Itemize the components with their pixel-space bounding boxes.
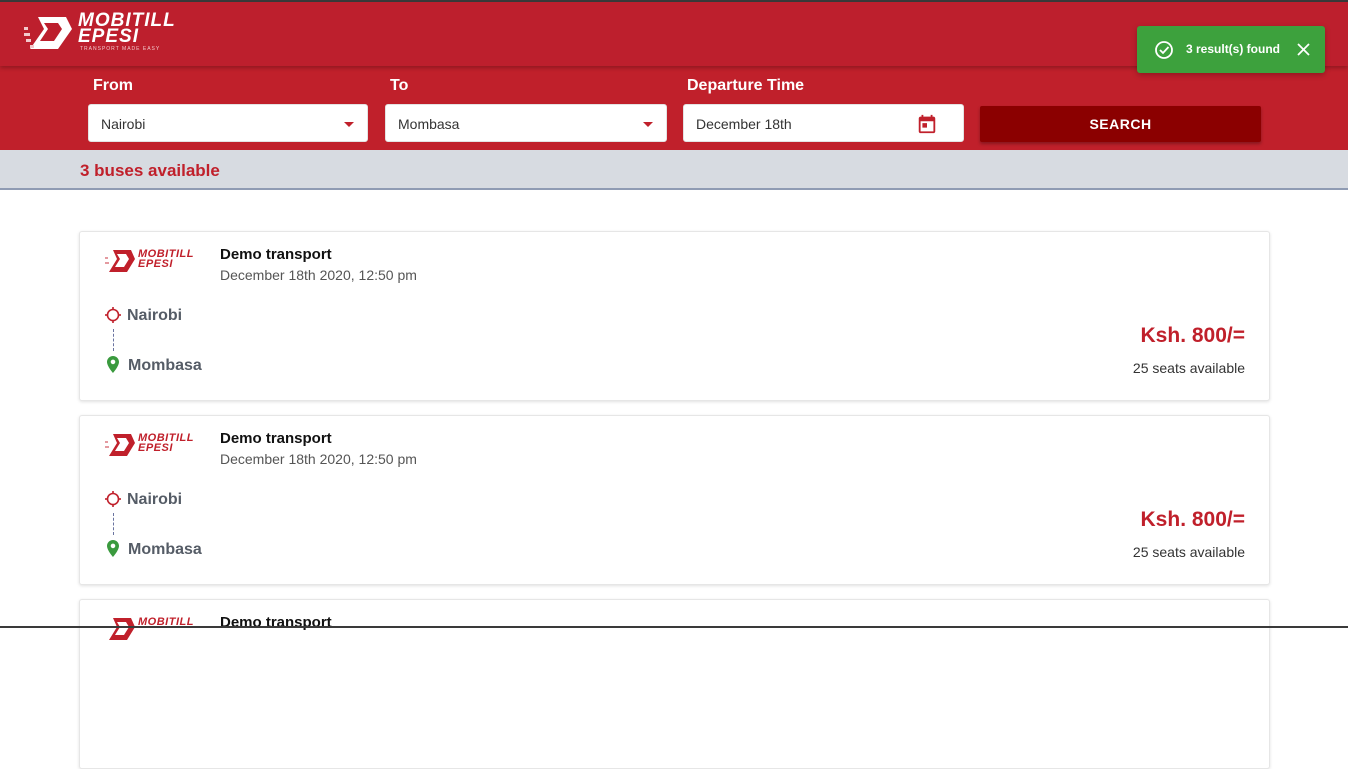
route-line (113, 329, 114, 351)
logo-mark-icon (24, 17, 72, 49)
from-select[interactable]: Nairobi (88, 104, 368, 142)
bus-card[interactable]: MOBITILL Demo transport (79, 599, 1270, 769)
departure-label: Departure Time (687, 77, 805, 94)
bus-card[interactable]: MOBITILL EPESI Demo transport December 1… (79, 231, 1270, 401)
results-count: 3 buses available (80, 161, 220, 180)
search-header: MOBITILL EPESI TRANSPORT MADE EASY From … (0, 2, 1348, 150)
logo-mark-icon (109, 618, 135, 640)
destination-city: Mombasa (128, 357, 202, 374)
departure-datetime: December 18th 2020, 12:50 pm (220, 267, 417, 283)
check-circle-icon (1155, 41, 1173, 59)
departure-date-field[interactable]: December 18th (683, 104, 964, 142)
fare-price: Ksh. 800/= (1140, 508, 1245, 531)
operator-logo: MOBITILL (105, 615, 215, 645)
origin-city: Nairobi (127, 307, 183, 324)
departure-datetime: December 18th 2020, 12:50 pm (220, 451, 417, 467)
operator-logo: MOBITILL EPESI (105, 247, 215, 277)
from-value: Nairobi (101, 116, 146, 132)
logo-mark-icon (105, 434, 135, 456)
results-count-bar: 3 buses available (0, 150, 1348, 190)
toast-message: 3 result(s) found (1186, 42, 1281, 56)
to-value: Mombasa (398, 116, 460, 132)
chevron-down-icon (643, 122, 653, 127)
destination-city: Mombasa (128, 541, 202, 558)
from-label: From (93, 77, 133, 94)
logo-wordmark: MOBITILL EPESI (78, 10, 176, 47)
origin-city: Nairobi (127, 491, 183, 508)
to-select[interactable]: Mombasa (385, 104, 667, 142)
route-line (113, 513, 114, 535)
operator-name: Demo transport (220, 430, 332, 447)
crosshair-icon (105, 491, 121, 507)
calendar-icon[interactable] (916, 113, 938, 135)
brand-logo[interactable]: MOBITILL EPESI TRANSPORT MADE EASY (24, 10, 189, 53)
departure-value: December 18th (696, 116, 792, 132)
chevron-down-icon (344, 122, 354, 127)
logo-tagline: TRANSPORT MADE EASY (80, 46, 161, 52)
results-toast: 3 result(s) found (1137, 26, 1325, 73)
seats-available: 25 seats available (1132, 544, 1245, 560)
bus-card[interactable]: MOBITILL EPESI Demo transport December 1… (79, 415, 1270, 585)
close-icon[interactable] (1297, 43, 1310, 56)
logo-mark-icon (105, 250, 135, 272)
operator-logo: MOBITILL EPESI (105, 431, 215, 461)
seats-available: 25 seats available (1132, 360, 1245, 376)
map-pin-icon (107, 356, 119, 373)
map-pin-icon (107, 540, 119, 557)
fare-price: Ksh. 800/= (1140, 324, 1245, 347)
operator-name: Demo transport (220, 246, 332, 263)
crosshair-icon (105, 307, 121, 323)
operator-name: Demo transport (220, 614, 332, 631)
to-label: To (390, 77, 409, 94)
search-button[interactable]: SEARCH (980, 106, 1261, 142)
